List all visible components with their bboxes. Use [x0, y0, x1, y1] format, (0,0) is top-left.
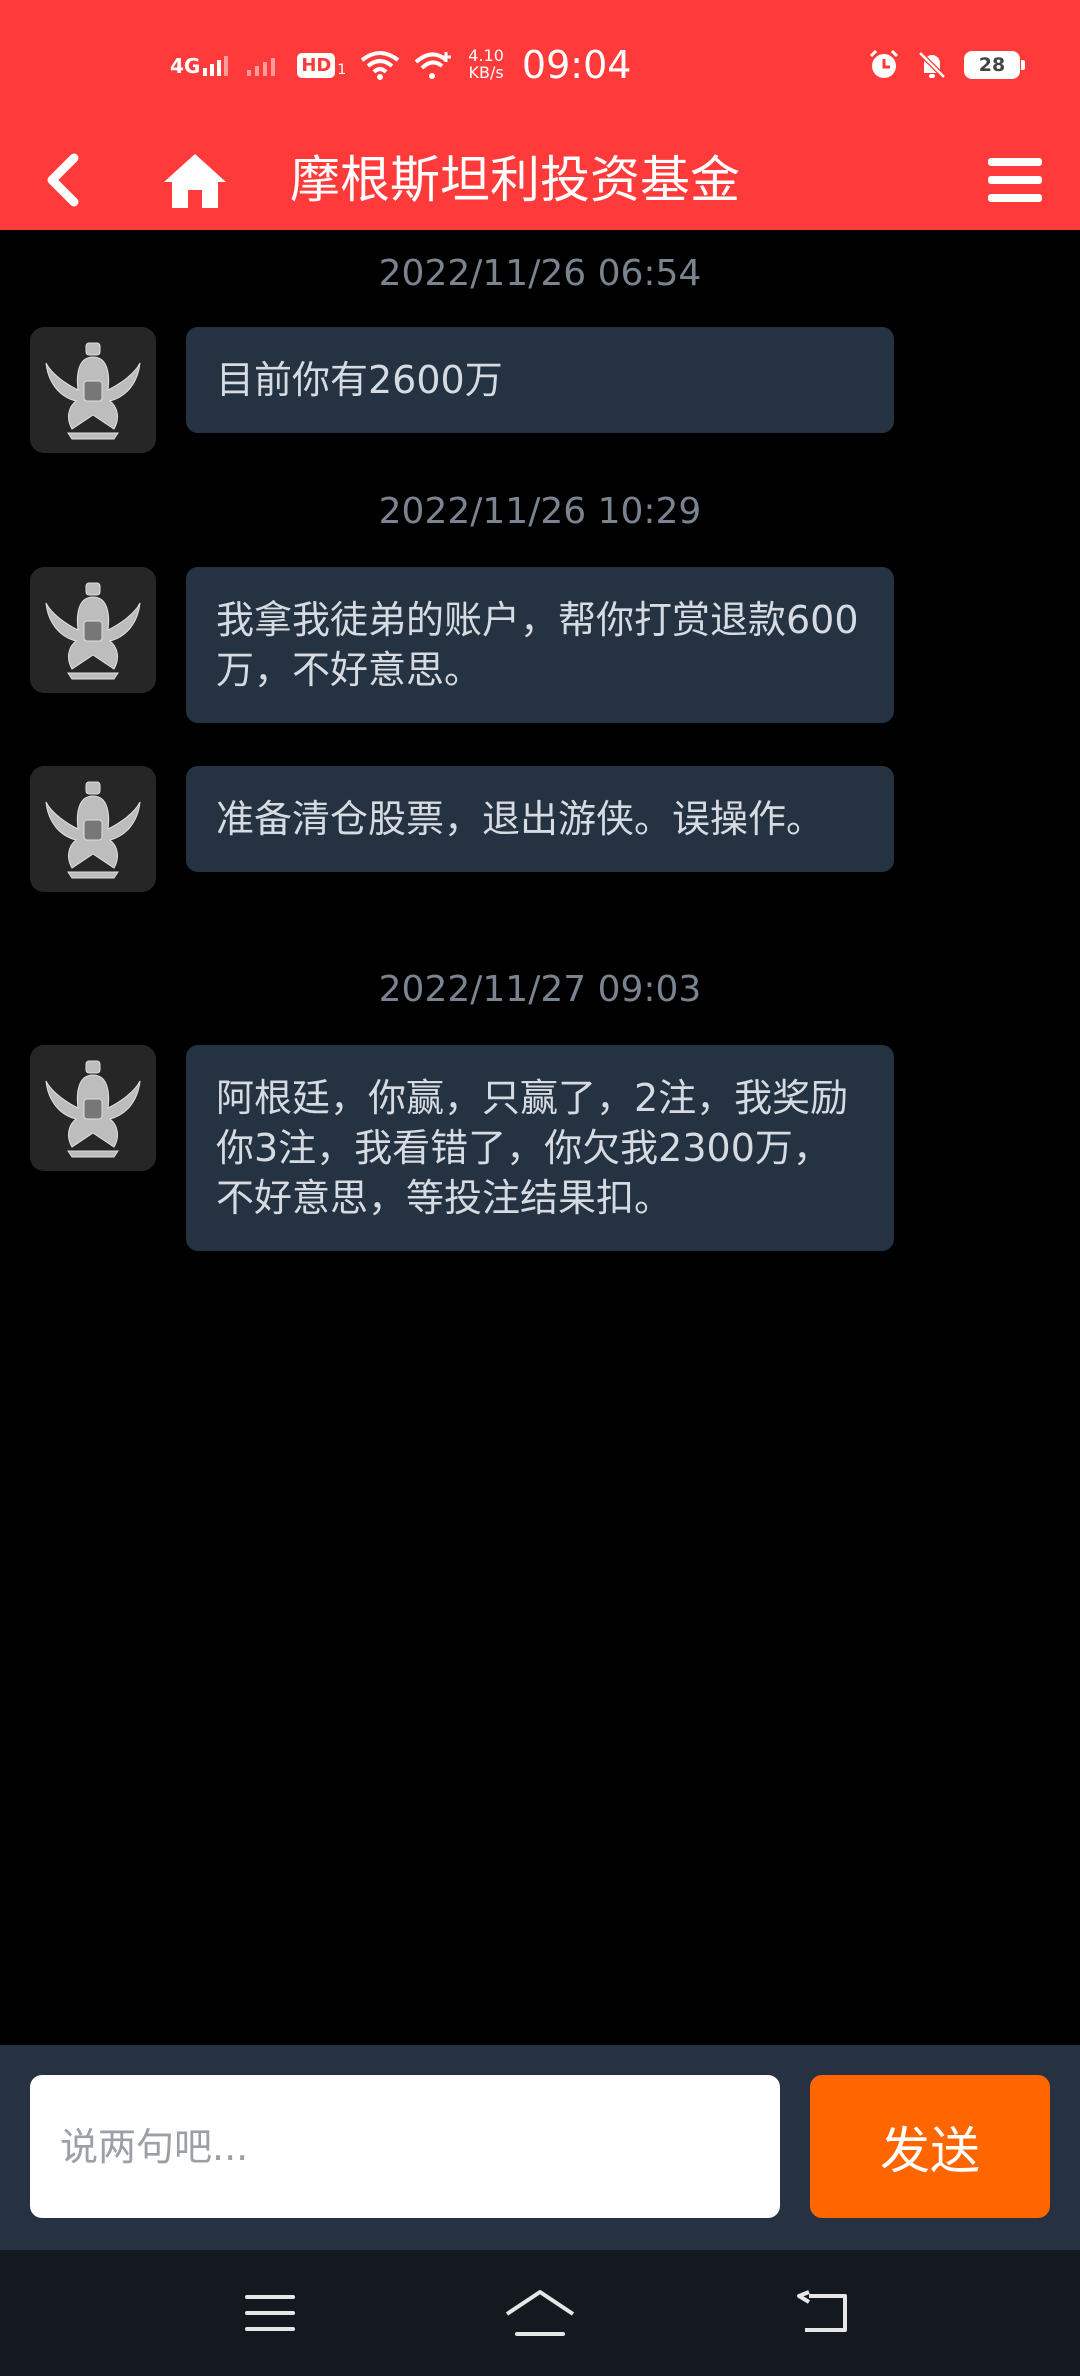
menu-button[interactable] [970, 130, 1060, 230]
hd-label: HD [297, 52, 336, 78]
home-button[interactable] [150, 130, 240, 230]
message-input-bar: 发送 [0, 2045, 1080, 2250]
double-eagle-emblem-icon [45, 1060, 141, 1158]
double-eagle-emblem-icon [45, 582, 141, 680]
chat-timestamp: 2022/11/26 06:54 [378, 253, 702, 294]
avatar[interactable] [30, 567, 156, 693]
message-bubble[interactable]: 我拿我徒弟的账户，帮你打赏退款600万，不好意思。 [186, 567, 894, 723]
chat-timestamp: 2022/11/27 09:03 [378, 969, 702, 1010]
hamburger-menu-icon [988, 158, 1042, 202]
menu-icon [245, 2295, 295, 2331]
hd-icon: HD 1 [297, 52, 347, 78]
net-speed-unit: KB/s [468, 63, 504, 82]
avatar[interactable] [30, 327, 156, 453]
double-eagle-emblem-icon [45, 342, 141, 440]
home-outline-icon [505, 2290, 575, 2336]
chat-area[interactable]: 2022/11/26 06:54 目前你有2600万 2022/11/26 10… [0, 230, 1080, 2045]
message-bubble[interactable]: 目前你有2600万 [186, 327, 894, 433]
system-navigation-bar [0, 2250, 1080, 2376]
back-button[interactable] [22, 130, 102, 230]
status-right: 28 [868, 38, 1025, 92]
signal-bars-icon [203, 56, 229, 76]
nav-back-button[interactable] [778, 2273, 868, 2353]
nav-home-button[interactable] [495, 2273, 585, 2353]
net-speed: 4.10 KB/s [468, 47, 504, 82]
message-input[interactable] [30, 2075, 780, 2218]
signal-empty-icon [247, 58, 276, 76]
top-bar: 4G HD 1 4.10 KB/s 09:04 28 摩根斯坦利投资基金 [0, 0, 1080, 230]
chevron-left-icon [47, 153, 79, 207]
avatar[interactable] [30, 1045, 156, 1171]
home-icon [164, 154, 226, 208]
message-bubble[interactable]: 准备清仓股票，退出游侠。误操作。 [186, 766, 894, 872]
status-left: 4G HD 1 4.10 KB/s 09:04 [170, 38, 631, 92]
wifi-icon [361, 51, 400, 80]
status-time: 09:04 [521, 43, 632, 87]
avatar[interactable] [30, 766, 156, 892]
back-return-icon [797, 2290, 847, 2332]
double-eagle-emblem-icon [45, 781, 141, 879]
hd-sim-index: 1 [337, 61, 347, 78]
status-bar: 4G HD 1 4.10 KB/s 09:04 28 [0, 0, 1080, 130]
network-label: 4G [170, 54, 201, 78]
alarm-icon [869, 49, 899, 78]
nav-recents-button[interactable] [225, 2273, 315, 2353]
send-button[interactable]: 发送 [810, 2075, 1050, 2218]
message-bubble[interactable]: 阿根廷，你赢，只赢了，2注，我奖励你3注，我看错了，你欠我2300万，不好意思，… [186, 1045, 894, 1251]
bell-muted-icon [918, 51, 946, 79]
battery-indicator: 28 [964, 51, 1025, 79]
page-title: 摩根斯坦利投资基金 [290, 151, 740, 209]
wifi-hotspot-icon [414, 52, 452, 79]
signal-4g-icon: 4G [170, 54, 233, 76]
chat-timestamp: 2022/11/26 10:29 [378, 491, 702, 532]
app-header: 摩根斯坦利投资基金 [0, 130, 1080, 230]
